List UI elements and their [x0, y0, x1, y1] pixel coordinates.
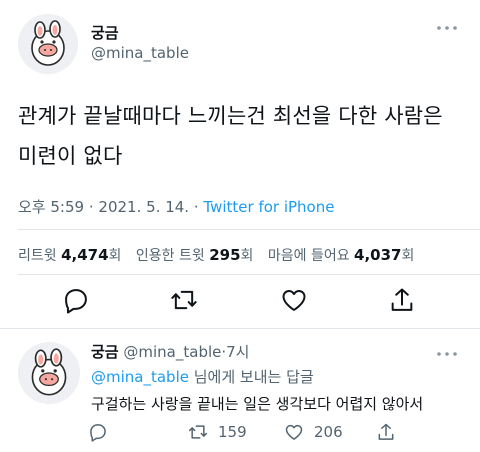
reply-author-name[interactable]: 궁금 [91, 343, 119, 361]
share-icon [378, 423, 394, 440]
meta-separator: · [193, 198, 199, 216]
like-icon[interactable] [280, 286, 308, 314]
divider [18, 274, 480, 275]
reply-header: 궁금 @mina_table·7시 [91, 341, 249, 362]
avatar-character-image [18, 342, 80, 404]
quotes-count: 295 [209, 246, 241, 264]
divider [18, 229, 480, 230]
likes-unit: 회 [401, 248, 415, 264]
author-handle[interactable]: @mina_table [91, 44, 189, 62]
quotes-stat[interactable]: 인용한 트윗 295회 [135, 246, 254, 264]
reply-action-bar: 159 206 [0, 422, 480, 444]
quotes-label: 인용한 트윗 [135, 248, 205, 264]
reply-reply-button[interactable] [88, 422, 118, 442]
tweet-time[interactable]: 오후 5:59 [18, 198, 84, 216]
reply-like-button[interactable]: 206 [284, 422, 343, 442]
replying-to-handle[interactable]: @mina_table [91, 368, 189, 386]
reply-text: 구걸하는 사랑을 끝내는 일은 생각보다 어렵지 않아서 [91, 395, 424, 413]
divider [0, 328, 480, 329]
share-icon[interactable] [388, 286, 416, 314]
likes-label: 마음에 들어요 [267, 248, 350, 264]
tweet-action-bar [0, 286, 480, 316]
reply-avatar[interactable] [18, 342, 80, 404]
retweets-unit: 회 [108, 248, 122, 264]
like-icon [285, 424, 303, 440]
reply-icon [90, 424, 106, 442]
likes-stat[interactable]: 마음에 들어요 4,037회 [267, 246, 415, 264]
tweet-meta: 오후 5:59 · 2021. 5. 14. · Twitter for iPh… [18, 196, 334, 217]
avatar[interactable] [18, 14, 78, 74]
retweets-stat[interactable]: 리트윗 4,474회 [18, 246, 122, 264]
retweet-icon[interactable] [170, 286, 198, 314]
reply-retweet-button[interactable]: 159 [188, 422, 247, 442]
replying-to: @mina_table 님에게 보내는 답글 [91, 366, 314, 387]
retweets-label: 리트윗 [18, 248, 57, 264]
retweets-count: 4,474 [61, 246, 109, 264]
reply-share-button[interactable] [376, 422, 406, 442]
reply-icon[interactable] [62, 286, 90, 314]
meta-separator: · [88, 198, 94, 216]
reply-author-handle[interactable]: @mina_table [123, 343, 221, 361]
more-options-icon[interactable] [436, 348, 458, 360]
retweet-icon [188, 425, 208, 439]
more-options-icon[interactable] [436, 22, 458, 34]
reply-like-count: 206 [314, 423, 343, 441]
quotes-unit: 회 [240, 248, 254, 264]
tweet-source-link[interactable]: Twitter for iPhone [203, 198, 334, 216]
likes-count: 4,037 [354, 246, 402, 264]
replying-to-suffix: 님에게 보내는 답글 [193, 368, 314, 386]
tweet-date[interactable]: 2021. 5. 14. [98, 198, 189, 216]
avatar-character-image [18, 14, 78, 74]
reply-time[interactable]: 7시 [226, 343, 249, 361]
tweet-stats: 리트윗 4,474회 인용한 트윗 295회 마음에 들어요 4,037회 [18, 245, 414, 265]
author-name[interactable]: 궁금 [91, 22, 119, 43]
reply-retweet-count: 159 [218, 423, 247, 441]
tweet-text: 관계가 끝날때마다 느끼는건 최선을 다한 사람은 미련이 없다 [18, 104, 443, 168]
